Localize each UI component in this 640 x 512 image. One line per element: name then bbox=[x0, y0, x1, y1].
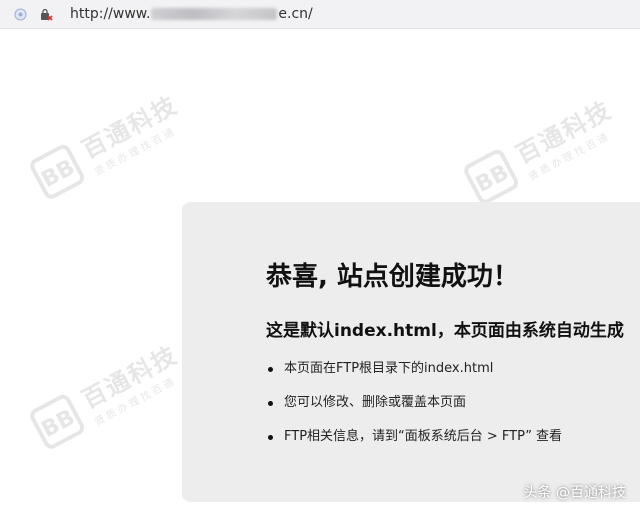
list-item: 您可以修改、删除或覆盖本页面 bbox=[266, 394, 562, 428]
svg-text:BB: BB bbox=[38, 405, 79, 443]
list-item: FTP相关信息，请到“面板系统后台 > FTP” 查看 bbox=[266, 428, 562, 462]
watermark: BB 百通科技贤质办理找百通 bbox=[26, 335, 190, 454]
url-field[interactable]: http://www. e.cn/ bbox=[70, 6, 313, 22]
address-bar[interactable]: http://www. e.cn/ bbox=[0, 0, 640, 29]
watermark: BB 百通科技贤质办理找百通 bbox=[26, 85, 190, 204]
info-list: 本页面在FTP根目录下的index.html 您可以修改、删除或覆盖本页面 FT… bbox=[266, 360, 562, 462]
watermark-logo-icon: BB bbox=[30, 394, 85, 449]
watermark: BB 百通科技贤质办理找百通 bbox=[460, 90, 624, 209]
list-item: 本页面在FTP根目录下的index.html bbox=[266, 360, 562, 394]
insecure-lock-icon[interactable] bbox=[40, 8, 53, 21]
url-prefix: http://www. bbox=[70, 6, 151, 22]
svg-text:BB: BB bbox=[472, 160, 513, 198]
globe-icon bbox=[14, 8, 27, 21]
content-card: 恭喜, 站点创建成功！ 这是默认index.html，本页面由系统自动生成 本页… bbox=[182, 202, 640, 502]
url-redacted-segment bbox=[151, 8, 278, 20]
svg-text:BB: BB bbox=[38, 155, 79, 193]
source-caption: 头条 @百通科技 bbox=[523, 485, 626, 501]
watermark-logo-icon: BB bbox=[30, 144, 85, 199]
page-subtitle: 这是默认index.html，本页面由系统自动生成 bbox=[266, 321, 624, 341]
page-title: 恭喜, 站点创建成功！ bbox=[266, 262, 519, 292]
watermark-logo-icon: BB bbox=[464, 149, 519, 204]
url-suffix: e.cn/ bbox=[278, 6, 313, 22]
